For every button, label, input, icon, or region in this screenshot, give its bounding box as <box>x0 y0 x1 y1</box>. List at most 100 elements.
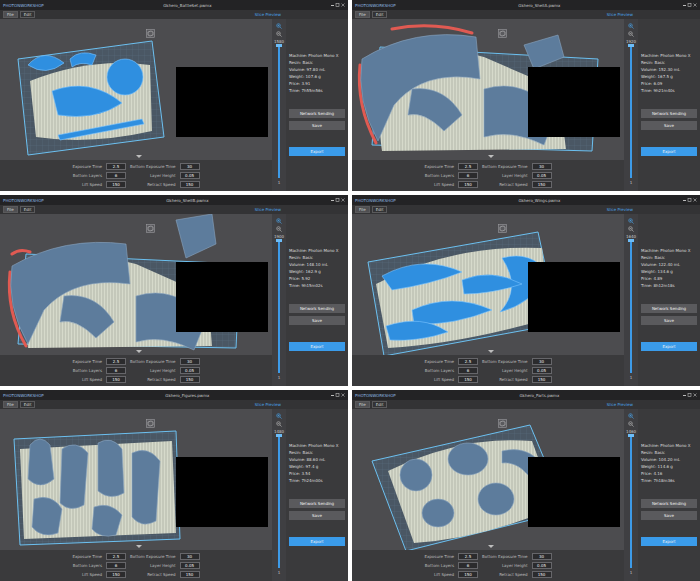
param-field[interactable]: 2.5 <box>106 163 126 170</box>
collapse-caret-icon[interactable] <box>488 155 494 158</box>
view-cube-icon[interactable] <box>146 29 155 38</box>
param-field[interactable]: 150 <box>106 571 126 578</box>
view-cube-icon[interactable] <box>146 224 155 233</box>
model-part[interactable] <box>382 264 462 290</box>
zoom-in-icon[interactable] <box>628 218 634 224</box>
slider-handle[interactable] <box>628 239 634 242</box>
param-field[interactable]: 2.5 <box>106 553 126 560</box>
menu-tab[interactable]: File <box>355 401 370 408</box>
model-part[interactable] <box>28 439 54 485</box>
panel-button[interactable]: Save <box>641 316 697 325</box>
model-part[interactable] <box>176 214 216 258</box>
panel-button[interactable]: Network Sending <box>641 109 697 118</box>
slider-track[interactable] <box>630 241 632 373</box>
model-part[interactable] <box>422 499 454 527</box>
viewport[interactable] <box>352 409 624 550</box>
param-field[interactable]: 150 <box>106 376 126 383</box>
param-field[interactable]: 150 <box>180 181 200 188</box>
model-part[interactable] <box>448 443 488 475</box>
preview-link[interactable]: Slice Preview <box>607 12 633 17</box>
slider-track[interactable] <box>278 46 280 178</box>
param-field[interactable]: 150 <box>458 571 478 578</box>
menu-tab[interactable]: File <box>3 11 18 18</box>
menu-tab[interactable]: File <box>355 11 370 18</box>
model-part[interactable] <box>462 275 522 294</box>
zoom-in-icon[interactable] <box>276 23 282 29</box>
collapse-caret-icon[interactable] <box>488 545 494 548</box>
zoom-in-icon[interactable] <box>276 218 282 224</box>
slider-handle[interactable] <box>276 239 282 242</box>
zoom-in-icon[interactable] <box>628 413 634 419</box>
param-field[interactable]: 150 <box>458 181 478 188</box>
param-field[interactable]: 0.05 <box>180 562 200 569</box>
param-field[interactable]: 2.5 <box>106 358 126 365</box>
export-button[interactable]: Export <box>289 147 345 156</box>
panel-button[interactable]: Network Sending <box>641 499 697 508</box>
param-field[interactable]: 6 <box>458 172 478 179</box>
zoom-out-icon[interactable] <box>628 31 634 37</box>
viewport[interactable] <box>0 409 272 550</box>
param-field[interactable]: 150 <box>106 181 126 188</box>
slider-handle[interactable] <box>276 434 282 437</box>
slider-handle[interactable] <box>276 44 282 47</box>
model-part[interactable] <box>92 505 122 536</box>
menu-tab[interactable]: Edit <box>372 206 388 213</box>
panel-button[interactable]: Network Sending <box>641 304 697 313</box>
export-button[interactable]: Export <box>641 537 697 546</box>
param-field[interactable]: 30 <box>180 358 200 365</box>
slider-handle[interactable] <box>628 434 634 437</box>
viewport[interactable] <box>0 19 272 160</box>
model-part[interactable] <box>386 321 448 340</box>
panel-button[interactable]: Network Sending <box>289 499 345 508</box>
export-button[interactable]: Export <box>289 537 345 546</box>
preview-link[interactable]: Slice Preview <box>255 402 281 407</box>
model-part[interactable] <box>11 242 130 344</box>
model-part[interactable] <box>60 445 88 509</box>
zoom-in-icon[interactable] <box>628 23 634 29</box>
param-field[interactable]: 6 <box>458 562 478 569</box>
model-part[interactable] <box>408 89 462 131</box>
slider-track[interactable] <box>278 241 280 373</box>
panel-button[interactable]: Save <box>641 511 697 520</box>
param-field[interactable]: 0.05 <box>180 367 200 374</box>
param-field[interactable]: 30 <box>180 553 200 560</box>
param-field[interactable]: 0.05 <box>532 367 552 374</box>
model-part[interactable] <box>60 296 114 338</box>
export-button[interactable]: Export <box>641 147 697 156</box>
viewport[interactable] <box>0 214 272 355</box>
view-cube-icon[interactable] <box>498 29 507 38</box>
model-part[interactable] <box>28 55 64 70</box>
param-field[interactable]: 150 <box>532 181 552 188</box>
preview-link[interactable]: Slice Preview <box>607 402 633 407</box>
param-field[interactable]: 2.5 <box>458 553 478 560</box>
preview-link[interactable]: Slice Preview <box>255 12 281 17</box>
panel-button[interactable]: Network Sending <box>289 109 345 118</box>
collapse-caret-icon[interactable] <box>136 545 142 548</box>
param-field[interactable]: 30 <box>532 553 552 560</box>
model-part[interactable] <box>478 483 514 515</box>
view-cube-icon[interactable] <box>498 224 507 233</box>
menu-tab[interactable]: Edit <box>20 206 36 213</box>
param-field[interactable]: 0.05 <box>532 172 552 179</box>
model-part[interactable] <box>52 86 122 116</box>
panel-button[interactable]: Save <box>289 121 345 130</box>
param-field[interactable]: 150 <box>180 376 200 383</box>
export-button[interactable]: Export <box>289 342 345 351</box>
model-part[interactable] <box>98 440 124 496</box>
export-button[interactable]: Export <box>641 342 697 351</box>
zoom-out-icon[interactable] <box>628 226 634 232</box>
zoom-out-icon[interactable] <box>276 421 282 427</box>
param-field[interactable]: 6 <box>106 172 126 179</box>
window-controls-icon[interactable] <box>331 198 345 203</box>
viewport[interactable] <box>352 19 624 160</box>
menu-tab[interactable]: Edit <box>372 401 388 408</box>
param-field[interactable]: 2.5 <box>458 163 478 170</box>
param-field[interactable]: 0.05 <box>180 172 200 179</box>
collapse-caret-icon[interactable] <box>136 350 142 353</box>
zoom-out-icon[interactable] <box>628 421 634 427</box>
param-field[interactable]: 0.05 <box>532 562 552 569</box>
menu-tab[interactable]: File <box>3 206 18 213</box>
preview-link[interactable]: Slice Preview <box>255 207 281 212</box>
model-part[interactable] <box>361 35 480 141</box>
collapse-caret-icon[interactable] <box>136 155 142 158</box>
